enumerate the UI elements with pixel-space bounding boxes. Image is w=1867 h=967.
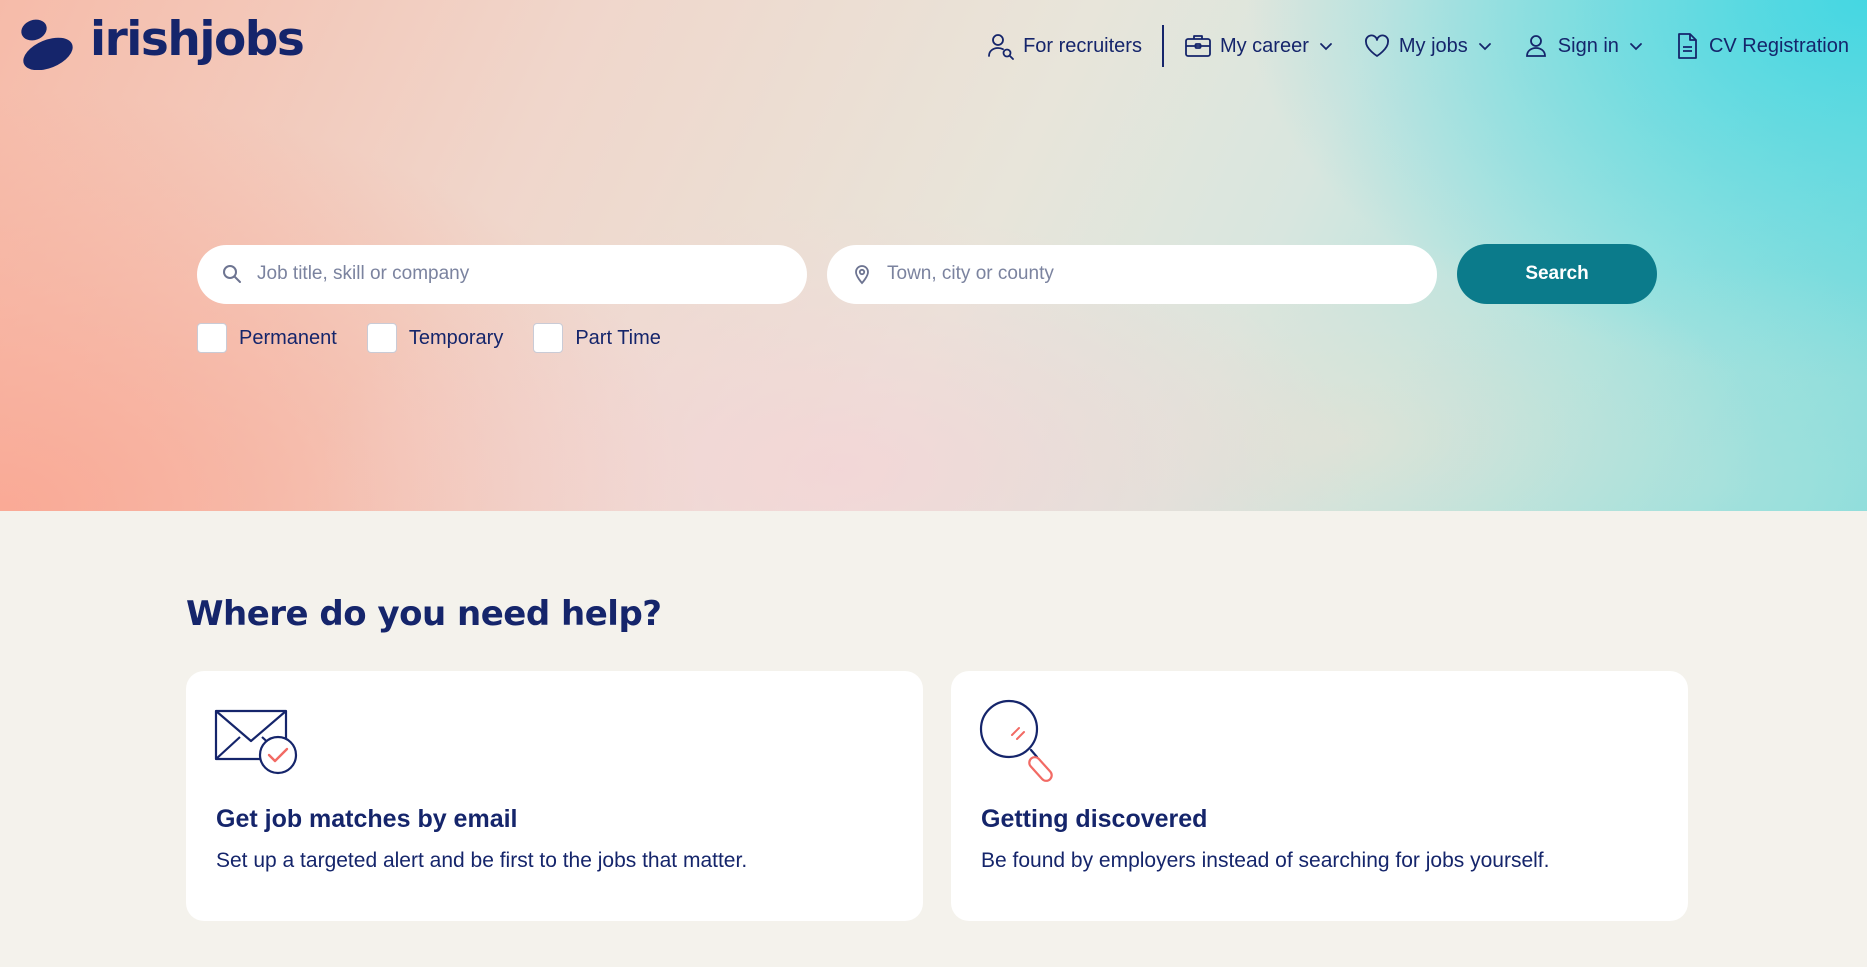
location-pin-icon: [855, 265, 869, 285]
top-nav: For recruiters My career My jobs Sign in…: [987, 24, 1849, 68]
filter-label: Part Time: [575, 326, 661, 349]
filter-part-time[interactable]: Part Time: [533, 323, 661, 353]
card-description: Set up a targeted alert and be first to …: [216, 849, 748, 872]
location-input[interactable]: [887, 263, 1407, 285]
magnifier-icon: [979, 699, 1053, 782]
briefcase-icon: [1185, 35, 1211, 57]
search-bar: Search: [197, 244, 1657, 304]
user-icon: [1525, 35, 1546, 57]
temporary-checkbox[interactable]: [366, 323, 397, 353]
nav-for-recruiters[interactable]: For recruiters: [987, 32, 1142, 60]
keyword-input[interactable]: [257, 263, 777, 285]
hero-banner: irishjobs For recruiters My career My jo…: [0, 0, 1867, 511]
nav-label: My career: [1219, 34, 1309, 57]
nav-label: Sign in: [1557, 34, 1619, 57]
card-description: Be found by employers instead of searchi…: [981, 849, 1550, 872]
heart-icon: [1364, 34, 1389, 57]
card-getting-discovered[interactable]: Getting discovered Be found by employers…: [951, 671, 1688, 921]
location-field[interactable]: [827, 244, 1437, 304]
card-title: Get job matches by email: [216, 805, 518, 833]
nav-my-career[interactable]: My career: [1184, 32, 1333, 60]
part-time-checkbox[interactable]: [533, 323, 564, 353]
help-section-title: Where do you need help?: [186, 594, 662, 634]
job-type-filters: Permanent Temporary Part Time: [197, 323, 691, 353]
nav-label: For recruiters: [1023, 34, 1142, 57]
filter-label: Permanent: [239, 326, 337, 349]
nav-label: My jobs: [1398, 34, 1468, 57]
document-icon: [1678, 33, 1697, 59]
nav-my-jobs[interactable]: My jobs: [1363, 32, 1492, 60]
nav-cv-registration[interactable]: CV Registration: [1673, 32, 1849, 60]
logo-text: irishjobs: [90, 11, 305, 67]
card-job-matches-email[interactable]: Get job matches by email Set up a target…: [186, 671, 923, 921]
irishjobs-logo[interactable]: irishjobs: [14, 11, 305, 70]
person-search-icon: [988, 34, 1014, 60]
keyword-field[interactable]: [197, 244, 807, 304]
search-icon: [223, 265, 241, 283]
filter-permanent[interactable]: Permanent: [197, 323, 337, 353]
filter-label: Temporary: [408, 326, 504, 349]
logo-mark-icon: [21, 19, 73, 70]
chevron-down-icon: [1630, 43, 1642, 51]
card-title: Getting discovered: [981, 805, 1208, 833]
envelope-check-icon: [214, 709, 298, 775]
nav-sign-in[interactable]: Sign in: [1522, 32, 1643, 60]
nav-label: CV Registration: [1708, 34, 1849, 57]
chevron-down-icon: [1319, 43, 1332, 51]
nav-divider: [1161, 25, 1164, 67]
filter-temporary[interactable]: Temporary: [366, 323, 504, 353]
chevron-down-icon: [1478, 43, 1491, 51]
permanent-checkbox[interactable]: [197, 323, 227, 353]
search-button[interactable]: Search: [1457, 244, 1657, 304]
